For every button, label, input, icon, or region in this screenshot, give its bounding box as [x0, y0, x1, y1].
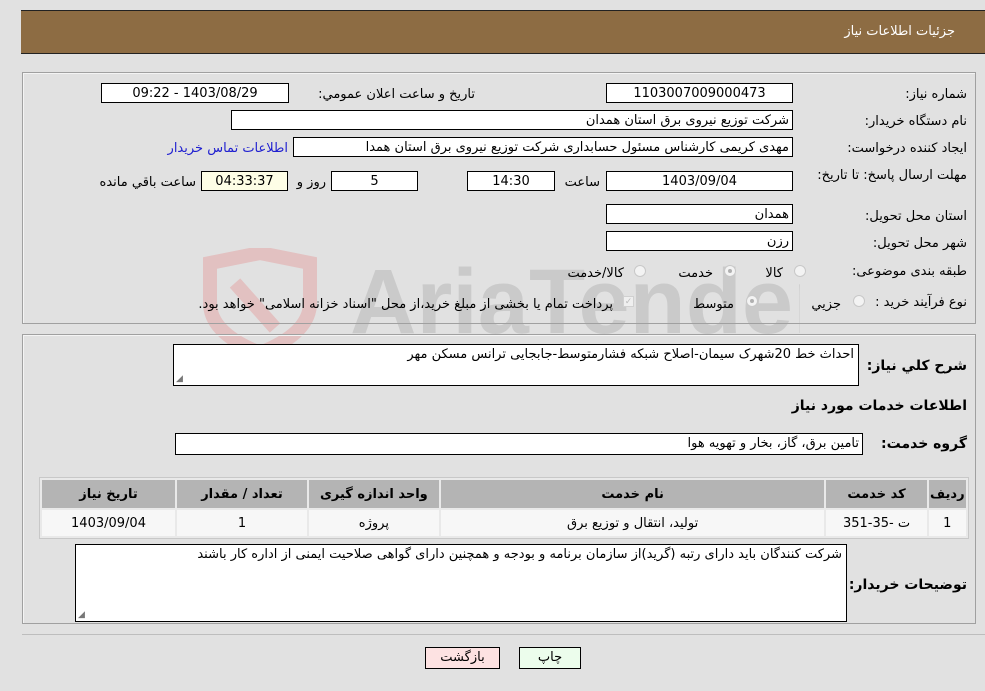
days-field[interactable]: 5	[331, 171, 418, 191]
process-radio-medium[interactable]	[746, 295, 758, 307]
deadline-label: مهلت ارسال پاسخ: تا تاریخ:	[817, 168, 967, 183]
buyer-notes-textarea[interactable]: شرکت کنندگان باید دارای رتبه (گرید)از سا…	[75, 544, 847, 622]
divider	[22, 634, 985, 635]
category-radio-goods-service[interactable]	[634, 265, 646, 277]
cell-service-name: تولید، انتقال و توزیع برق	[440, 510, 825, 536]
col-header-service-code: کد خدمت	[826, 480, 927, 508]
col-header-quantity: تعداد / مقدار	[177, 480, 307, 508]
services-table: رديف کد خدمت نام خدمت واحد اندازه گيری ت…	[39, 477, 969, 539]
days-label: روز و	[296, 175, 326, 190]
announce-label: تاریخ و ساعت اعلان عمومي:	[318, 87, 475, 102]
creator-field[interactable]: مهدی کریمی کارشناس مسئول حسابداری شرکت ت…	[293, 137, 793, 157]
city-label: شهر محل تحویل:	[872, 236, 967, 251]
col-header-service-name: نام خدمت	[440, 480, 825, 508]
buyer-label: نام دستگاه خریدار:	[864, 114, 967, 129]
deadline-time-field[interactable]: 14:30	[467, 171, 555, 191]
table-row: 1 ت -35-351 تولید، انتقال و توزیع برق پر…	[42, 510, 966, 536]
resize-grip-icon[interactable]: ◢	[176, 374, 183, 384]
deadline-date-field[interactable]: 1403/09/04	[606, 171, 793, 191]
page-title: جزئیات اطلاعات نیاز	[844, 24, 955, 39]
cell-service-code: ت -35-351	[826, 510, 927, 536]
buyer-notes-text: شرکت کنندگان باید دارای رتبه (گرید)از سا…	[197, 547, 842, 562]
remaining-time-field: 04:33:37	[201, 171, 288, 191]
process-option-medium: متوسط	[693, 297, 734, 312]
cell-row-number: 1	[928, 510, 966, 536]
description-textarea[interactable]: احداث خط 20شهرک سیمان-اصلاح شبکه فشارمتو…	[173, 344, 859, 386]
buyer-notes-label: توضیحات خریدار:	[848, 577, 967, 593]
back-button[interactable]: بازگشت	[425, 647, 500, 669]
services-heading: اطلاعات خدمات مورد نياز	[791, 398, 967, 414]
cell-quantity: 1	[177, 510, 307, 536]
service-group-field[interactable]: تامین برق، گاز، بخار و تهویه هوا	[175, 433, 863, 455]
resize-grip-icon[interactable]: ◢	[78, 610, 85, 620]
buyer-field[interactable]: شرکت توزیع نیروی برق استان همدان	[231, 110, 793, 130]
col-header-unit: واحد اندازه گيری	[308, 480, 439, 508]
category-radio-service[interactable]	[724, 265, 736, 277]
print-button[interactable]: چاپ	[519, 647, 581, 669]
page-header: جزئیات اطلاعات نیاز	[21, 10, 985, 54]
treasury-text: پرداخت تمام یا بخشی از مبلغ خرید،از محل …	[198, 297, 613, 312]
province-label: استان محل تحویل:	[865, 209, 967, 224]
treasury-checkbox[interactable]: ✓	[623, 296, 634, 307]
remaining-label: ساعت باقي مانده	[99, 175, 196, 190]
category-label: طبقه بندی موضوعی:	[851, 264, 967, 279]
city-field[interactable]: رزن	[606, 231, 793, 251]
process-label: نوع فرآیند خرید :	[875, 295, 967, 310]
description-label: شرح کلي نياز:	[866, 358, 967, 374]
process-option-minor: جزيي	[811, 297, 841, 312]
announce-datetime-field[interactable]: 1403/08/29 - 09:22	[101, 83, 289, 103]
deadline-time-label: ساعت	[564, 175, 600, 190]
category-option-goods: کالا	[765, 266, 783, 281]
cell-unit: پروژه	[308, 510, 439, 536]
col-header-need-date: تاریخ نیاز	[42, 480, 176, 508]
province-field[interactable]: همدان	[606, 204, 793, 224]
need-number-label: شماره نیاز:	[905, 87, 967, 102]
table-header-row: رديف کد خدمت نام خدمت واحد اندازه گيری ت…	[42, 480, 966, 508]
buyer-contact-link[interactable]: اطلاعات تماس خریدار	[168, 141, 288, 156]
process-radio-minor[interactable]	[853, 295, 865, 307]
col-header-row-number: رديف	[928, 480, 966, 508]
category-option-service: خدمت	[678, 266, 713, 281]
service-group-label: گروه خدمت:	[881, 436, 967, 452]
cell-need-date: 1403/09/04	[42, 510, 176, 536]
creator-label: ایجاد کننده درخواست:	[847, 141, 967, 156]
description-text: احداث خط 20شهرک سیمان-اصلاح شبکه فشارمتو…	[407, 347, 854, 362]
category-radio-goods[interactable]	[794, 265, 806, 277]
category-option-goods-service: کالا/خدمت	[567, 266, 624, 281]
need-number-field[interactable]: 1103007009000473	[606, 83, 793, 103]
